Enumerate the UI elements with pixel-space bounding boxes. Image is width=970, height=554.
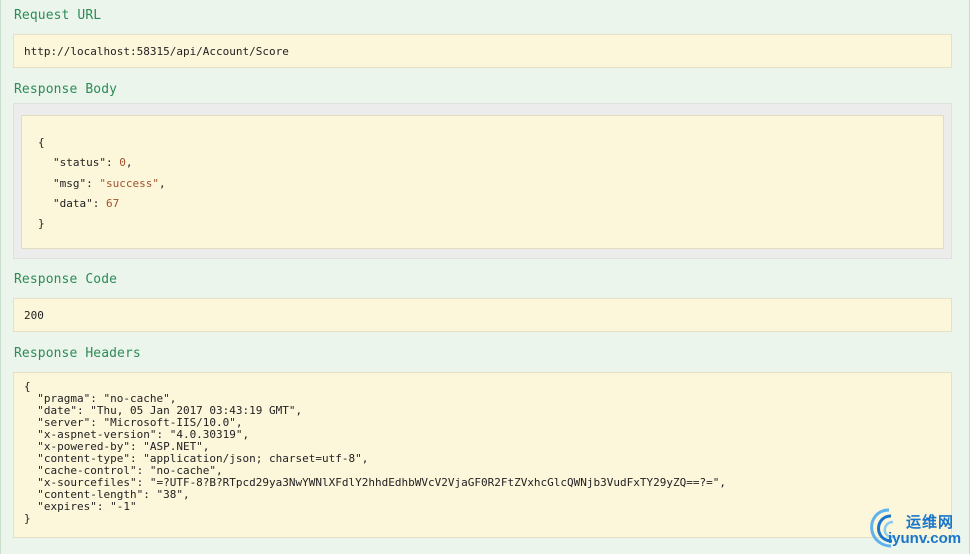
json-value: 67 xyxy=(106,197,120,210)
json-value: "success" xyxy=(99,177,159,190)
response-body-box: { "status": 0, "msg": "success", "data": 67… xyxy=(21,115,944,249)
watermark-en-text: iyunv.com xyxy=(888,530,962,547)
json-key: "data" xyxy=(53,197,93,210)
request-url-box: http://localhost:58315/api/Account/Score xyxy=(13,34,952,68)
response-header-line: } xyxy=(24,512,31,525)
response-body-title: Response Body xyxy=(14,82,118,97)
response-code-title: Response Code xyxy=(14,272,118,287)
json-key: "msg" xyxy=(53,177,87,190)
response-body-line: { xyxy=(38,136,45,149)
swagger-response-panel: Request URL http://localhost:58315/api/A… xyxy=(0,0,970,554)
response-headers-title: Response Headers xyxy=(14,346,141,361)
response-header-line: "expires": "-1" xyxy=(24,500,137,513)
response-code-box: 200 xyxy=(13,298,952,332)
response-body-line: } xyxy=(38,217,45,230)
request-url-title: Request URL xyxy=(14,8,102,23)
iyunv-watermark: 运维网 iyunv.com xyxy=(867,506,967,550)
watermark-cn-text: 运维网 xyxy=(906,513,955,531)
json-value: 0 xyxy=(119,156,126,169)
request-url-value[interactable]: http://localhost:58315/api/Account/Score xyxy=(24,45,289,58)
response-headers-box: { "pragma": "no-cache", "date": "Thu, 05… xyxy=(13,372,952,538)
response-body-line: "data": 67 xyxy=(53,197,120,210)
response-body-line: "status": 0, xyxy=(53,156,133,169)
response-body-line: "msg": "success", xyxy=(53,177,166,190)
json-key: "status" xyxy=(53,156,106,169)
response-code-value: 200 xyxy=(24,309,44,322)
